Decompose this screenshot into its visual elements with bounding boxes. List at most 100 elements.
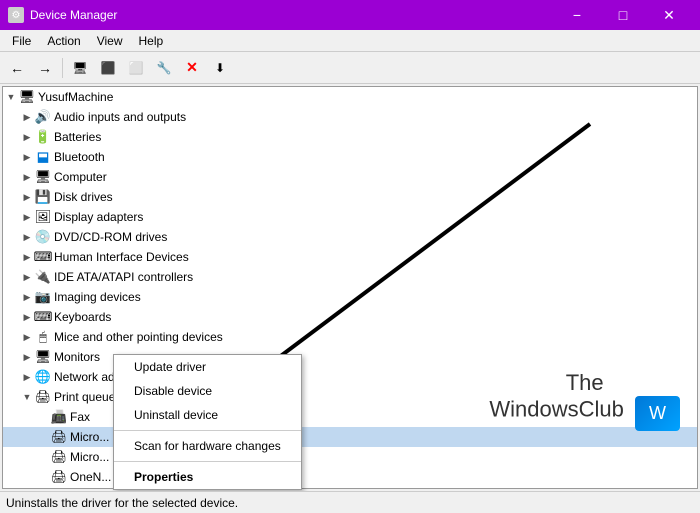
micro2-expander [35, 449, 51, 465]
toolbar-btn3[interactable]: ⬜ [123, 56, 149, 80]
window-title: Device Manager [30, 8, 117, 22]
print-expander[interactable]: ▼ [19, 389, 35, 405]
bluetooth-label: Bluetooth [54, 150, 105, 164]
tree-root[interactable]: ▼ 🖥 YusufMachine [3, 87, 697, 107]
imaging-expander[interactable]: ▶ [19, 289, 35, 305]
toolbar-btn2[interactable]: ⬛ [95, 56, 121, 80]
tree-item-batteries[interactable]: ▶ 🔋 Batteries [3, 127, 697, 147]
menu-help[interactable]: Help [131, 32, 172, 50]
window-icon: ⚙ [8, 7, 24, 23]
ide-label: IDE ATA/ATAPI controllers [54, 270, 193, 284]
tree-item-diskdrives[interactable]: ▶ 💾 Disk drives [3, 187, 697, 207]
display-label: Display adapters [54, 210, 143, 224]
tree-item-dvd[interactable]: ▶ 💿 DVD/CD-ROM drives [3, 227, 697, 247]
audio-label: Audio inputs and outputs [54, 110, 186, 124]
bluetooth-icon: ⬓ [35, 149, 51, 165]
monitors-icon: 🖥 [35, 349, 51, 365]
forward-button[interactable]: → [32, 56, 58, 80]
mice-icon: 🖱 [35, 329, 51, 345]
maximize-button[interactable]: □ [600, 0, 646, 30]
audio-expander[interactable]: ▶ [19, 109, 35, 125]
onem-icon: 🖨 [51, 469, 67, 485]
keyboards-expander[interactable]: ▶ [19, 309, 35, 325]
context-menu-scan[interactable]: Scan for hardware changes [114, 434, 301, 458]
properties-toolbar-button[interactable]: 🔧 [151, 56, 177, 80]
print-icon: 🖨 [35, 389, 51, 405]
main-content: ▼ 🖥 YusufMachine ▶ 🔊 Audio inputs and ou… [0, 84, 700, 491]
display-icon: 🖼 [35, 209, 51, 225]
fax-label: Fax [70, 410, 90, 424]
tree-item-monitors[interactable]: ▶ 🖥 Monitors [3, 347, 697, 367]
root-expander[interactable]: ▼ [3, 89, 19, 105]
device-tree[interactable]: ▼ 🖥 YusufMachine ▶ 🔊 Audio inputs and ou… [2, 86, 698, 489]
toolbar: ← → 🖥 ⬛ ⬜ 🔧 ✕ ⬇ [0, 52, 700, 84]
minimize-button[interactable]: − [554, 0, 600, 30]
batteries-icon: 🔋 [35, 129, 51, 145]
context-menu-properties[interactable]: Properties [114, 465, 301, 489]
tree-item-computer[interactable]: ▶ 🖥 Computer [3, 167, 697, 187]
tree-item-display[interactable]: ▶ 🖼 Display adapters [3, 207, 697, 227]
uninstall-toolbar-button[interactable]: ✕ [179, 56, 205, 80]
device-manager-button[interactable]: 🖥 [67, 56, 93, 80]
mice-expander[interactable]: ▶ [19, 329, 35, 345]
tree-item-audio[interactable]: ▶ 🔊 Audio inputs and outputs [3, 107, 697, 127]
tree-item-micro2[interactable]: 🖨 Micro... [3, 447, 697, 467]
computer-label: Computer [54, 170, 107, 184]
hid-icon: ⌨ [35, 249, 51, 265]
mice-label: Mice and other pointing devices [54, 330, 223, 344]
micro2-label: Micro... [70, 450, 109, 464]
menu-action[interactable]: Action [39, 32, 88, 50]
monitors-expander[interactable]: ▶ [19, 349, 35, 365]
context-menu-sep1 [114, 430, 301, 431]
menu-view[interactable]: View [89, 32, 131, 50]
micro1-icon: 🖨 [51, 429, 67, 445]
dvd-label: DVD/CD-ROM drives [54, 230, 167, 244]
tree-item-hid[interactable]: ▶ ⌨ Human Interface Devices [3, 247, 697, 267]
status-text: Uninstalls the driver for the selected d… [6, 496, 238, 510]
computer-expander[interactable]: ▶ [19, 169, 35, 185]
diskdrives-label: Disk drives [54, 190, 113, 204]
context-menu-sep2 [114, 461, 301, 462]
diskdrives-expander[interactable]: ▶ [19, 189, 35, 205]
tree-item-print[interactable]: ▼ 🖨 Print queues [3, 387, 697, 407]
computer-icon: 🖥 [19, 89, 35, 105]
tree-item-bluetooth[interactable]: ▶ ⬓ Bluetooth [3, 147, 697, 167]
status-bar: Uninstalls the driver for the selected d… [0, 491, 700, 513]
context-menu-uninstall[interactable]: Uninstall device [114, 403, 301, 427]
onem-expander [35, 469, 51, 485]
print-label: Print queues [54, 390, 121, 404]
network-expander[interactable]: ▶ [19, 369, 35, 385]
hid-expander[interactable]: ▶ [19, 249, 35, 265]
context-menu-disable[interactable]: Disable device [114, 379, 301, 403]
dvd-expander[interactable]: ▶ [19, 229, 35, 245]
tree-item-network[interactable]: ▶ 🌐 Network adapters [3, 367, 697, 387]
tree-item-imaging[interactable]: ▶ 📷 Imaging devices [3, 287, 697, 307]
fax-icon: 📠 [51, 409, 67, 425]
tree-item-ide[interactable]: ▶ 🔌 IDE ATA/ATAPI controllers [3, 267, 697, 287]
context-menu-update[interactable]: Update driver [114, 355, 301, 379]
tree-item-onem[interactable]: 🖨 OneN... [3, 467, 697, 487]
batteries-expander[interactable]: ▶ [19, 129, 35, 145]
computer-node-icon: 🖥 [35, 169, 51, 185]
keyboards-label: Keyboards [54, 310, 111, 324]
fax-expander [35, 409, 51, 425]
ide-expander[interactable]: ▶ [19, 269, 35, 285]
tree-item-keyboards[interactable]: ▶ ⌨ Keyboards [3, 307, 697, 327]
bluetooth-expander[interactable]: ▶ [19, 149, 35, 165]
scan-toolbar-button[interactable]: ⬇ [207, 56, 233, 80]
back-button[interactable]: ← [4, 56, 30, 80]
menu-file[interactable]: File [4, 32, 39, 50]
micro1-label: Micro... [70, 430, 109, 444]
tree-item-mice[interactable]: ▶ 🖱 Mice and other pointing devices [3, 327, 697, 347]
imaging-label: Imaging devices [54, 290, 141, 304]
context-menu: Update driver Disable device Uninstall d… [113, 354, 302, 490]
tree-item-root[interactable]: 🖨 Root... [3, 487, 697, 489]
network-icon: 🌐 [35, 369, 51, 385]
close-button[interactable]: ✕ [646, 0, 692, 30]
diskdrives-icon: 💾 [35, 189, 51, 205]
micro2-icon: 🖨 [51, 449, 67, 465]
tree-item-fax[interactable]: 📠 Fax [3, 407, 697, 427]
tree-item-micro1[interactable]: 🖨 Micro... [3, 427, 697, 447]
display-expander[interactable]: ▶ [19, 209, 35, 225]
root-label: YusufMachine [38, 90, 113, 104]
